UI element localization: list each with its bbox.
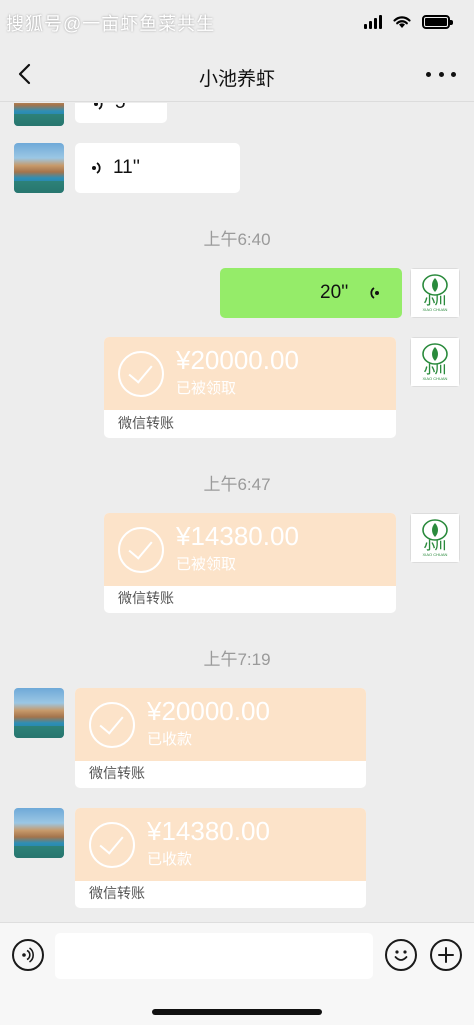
voice-message[interactable]: 11''	[75, 143, 240, 193]
transfer-card[interactable]: ¥20000.00 已收款 微信转账	[75, 688, 366, 788]
emoji-button[interactable]	[385, 939, 417, 971]
status-bar: 搜狐号@一亩虾鱼菜共生	[0, 0, 474, 48]
contact-avatar[interactable]	[14, 143, 64, 193]
home-indicator[interactable]	[152, 1009, 322, 1015]
transfer-status: 已被领取	[176, 380, 237, 397]
voice-input-button[interactable]	[12, 939, 44, 971]
message-input[interactable]	[55, 933, 373, 979]
voice-duration: 20''	[320, 282, 349, 303]
status-icons	[364, 14, 453, 29]
transfer-card[interactable]: ¥20000.00 已被领取 微信转账	[104, 337, 396, 438]
leaf-logo-icon	[422, 518, 448, 541]
transfer-card[interactable]: ¥14380.00 已收款 微信转账	[75, 808, 366, 908]
voice-duration: 11''	[113, 157, 140, 178]
plus-icon	[438, 947, 454, 963]
logo-english-text: XIAO CHUAN	[422, 306, 448, 312]
transfer-label: 微信转账	[118, 415, 174, 431]
transfer-label: 微信转账	[118, 590, 174, 606]
transfer-card[interactable]: ¥14380.00 已被领取 微信转账	[104, 513, 396, 613]
voice-wave-icon	[370, 287, 379, 299]
chat-area[interactable]: 5'' 11'' 上午6:40 20'' 小川 XIAO CHUAN	[0, 103, 474, 923]
transfer-status: 已收款	[147, 731, 193, 748]
chat-title: 小池养虾	[198, 69, 275, 90]
transfer-status: 已被领取	[176, 556, 237, 573]
wifi-icon	[393, 16, 411, 28]
check-circle-icon	[89, 702, 135, 748]
transfer-amount: ¥14380.00	[176, 521, 299, 551]
voice-duration: 5''	[115, 103, 133, 114]
watermark: 搜狐号@一亩虾鱼菜共生	[6, 14, 216, 34]
voice-wave-icon	[92, 162, 101, 174]
transfer-amount: ¥20000.00	[176, 345, 299, 375]
transfer-label: 微信转账	[89, 765, 145, 781]
more-functions-button[interactable]	[430, 939, 462, 971]
leaf-logo-icon	[422, 342, 448, 365]
timestamp: 上午7:19	[203, 650, 271, 669]
transfer-status: 已收款	[147, 851, 193, 868]
smiley-icon	[394, 950, 408, 961]
check-circle-icon	[118, 527, 164, 573]
check-circle-icon	[89, 822, 135, 868]
my-avatar[interactable]: 小川 XIAO CHUAN	[410, 513, 460, 563]
my-avatar[interactable]: 小川 XIAO CHUAN	[410, 268, 460, 318]
logo-english-text: XIAO CHUAN	[422, 551, 448, 557]
nav-bar: 小池养虾	[0, 48, 474, 102]
transfer-label: 微信转账	[89, 885, 145, 901]
timestamp: 上午6:40	[203, 230, 271, 249]
transfer-amount: ¥20000.00	[147, 696, 270, 726]
contact-avatar[interactable]	[14, 808, 64, 858]
logo-chinese-text: 小川	[424, 363, 446, 376]
voice-wave-icon	[94, 103, 103, 110]
my-avatar[interactable]: 小川 XIAO CHUAN	[410, 337, 460, 387]
voice-message-sent[interactable]: 20''	[220, 268, 402, 318]
logo-chinese-text: 小川	[424, 294, 446, 307]
logo-english-text: XIAO CHUAN	[422, 375, 448, 381]
check-circle-icon	[118, 351, 164, 397]
timestamp: 上午6:47	[203, 475, 271, 494]
contact-avatar[interactable]	[14, 688, 64, 738]
contact-avatar[interactable]	[14, 103, 64, 126]
leaf-logo-icon	[422, 273, 448, 296]
logo-chinese-text: 小川	[424, 539, 446, 552]
voice-message[interactable]: 5''	[75, 103, 167, 123]
cellular-signal-icon	[364, 14, 382, 29]
battery-icon	[422, 14, 453, 29]
transfer-amount: ¥14380.00	[147, 816, 270, 846]
voice-wave-icon	[22, 947, 34, 963]
more-options-icon[interactable]	[426, 62, 456, 86]
input-bar	[0, 922, 474, 1025]
